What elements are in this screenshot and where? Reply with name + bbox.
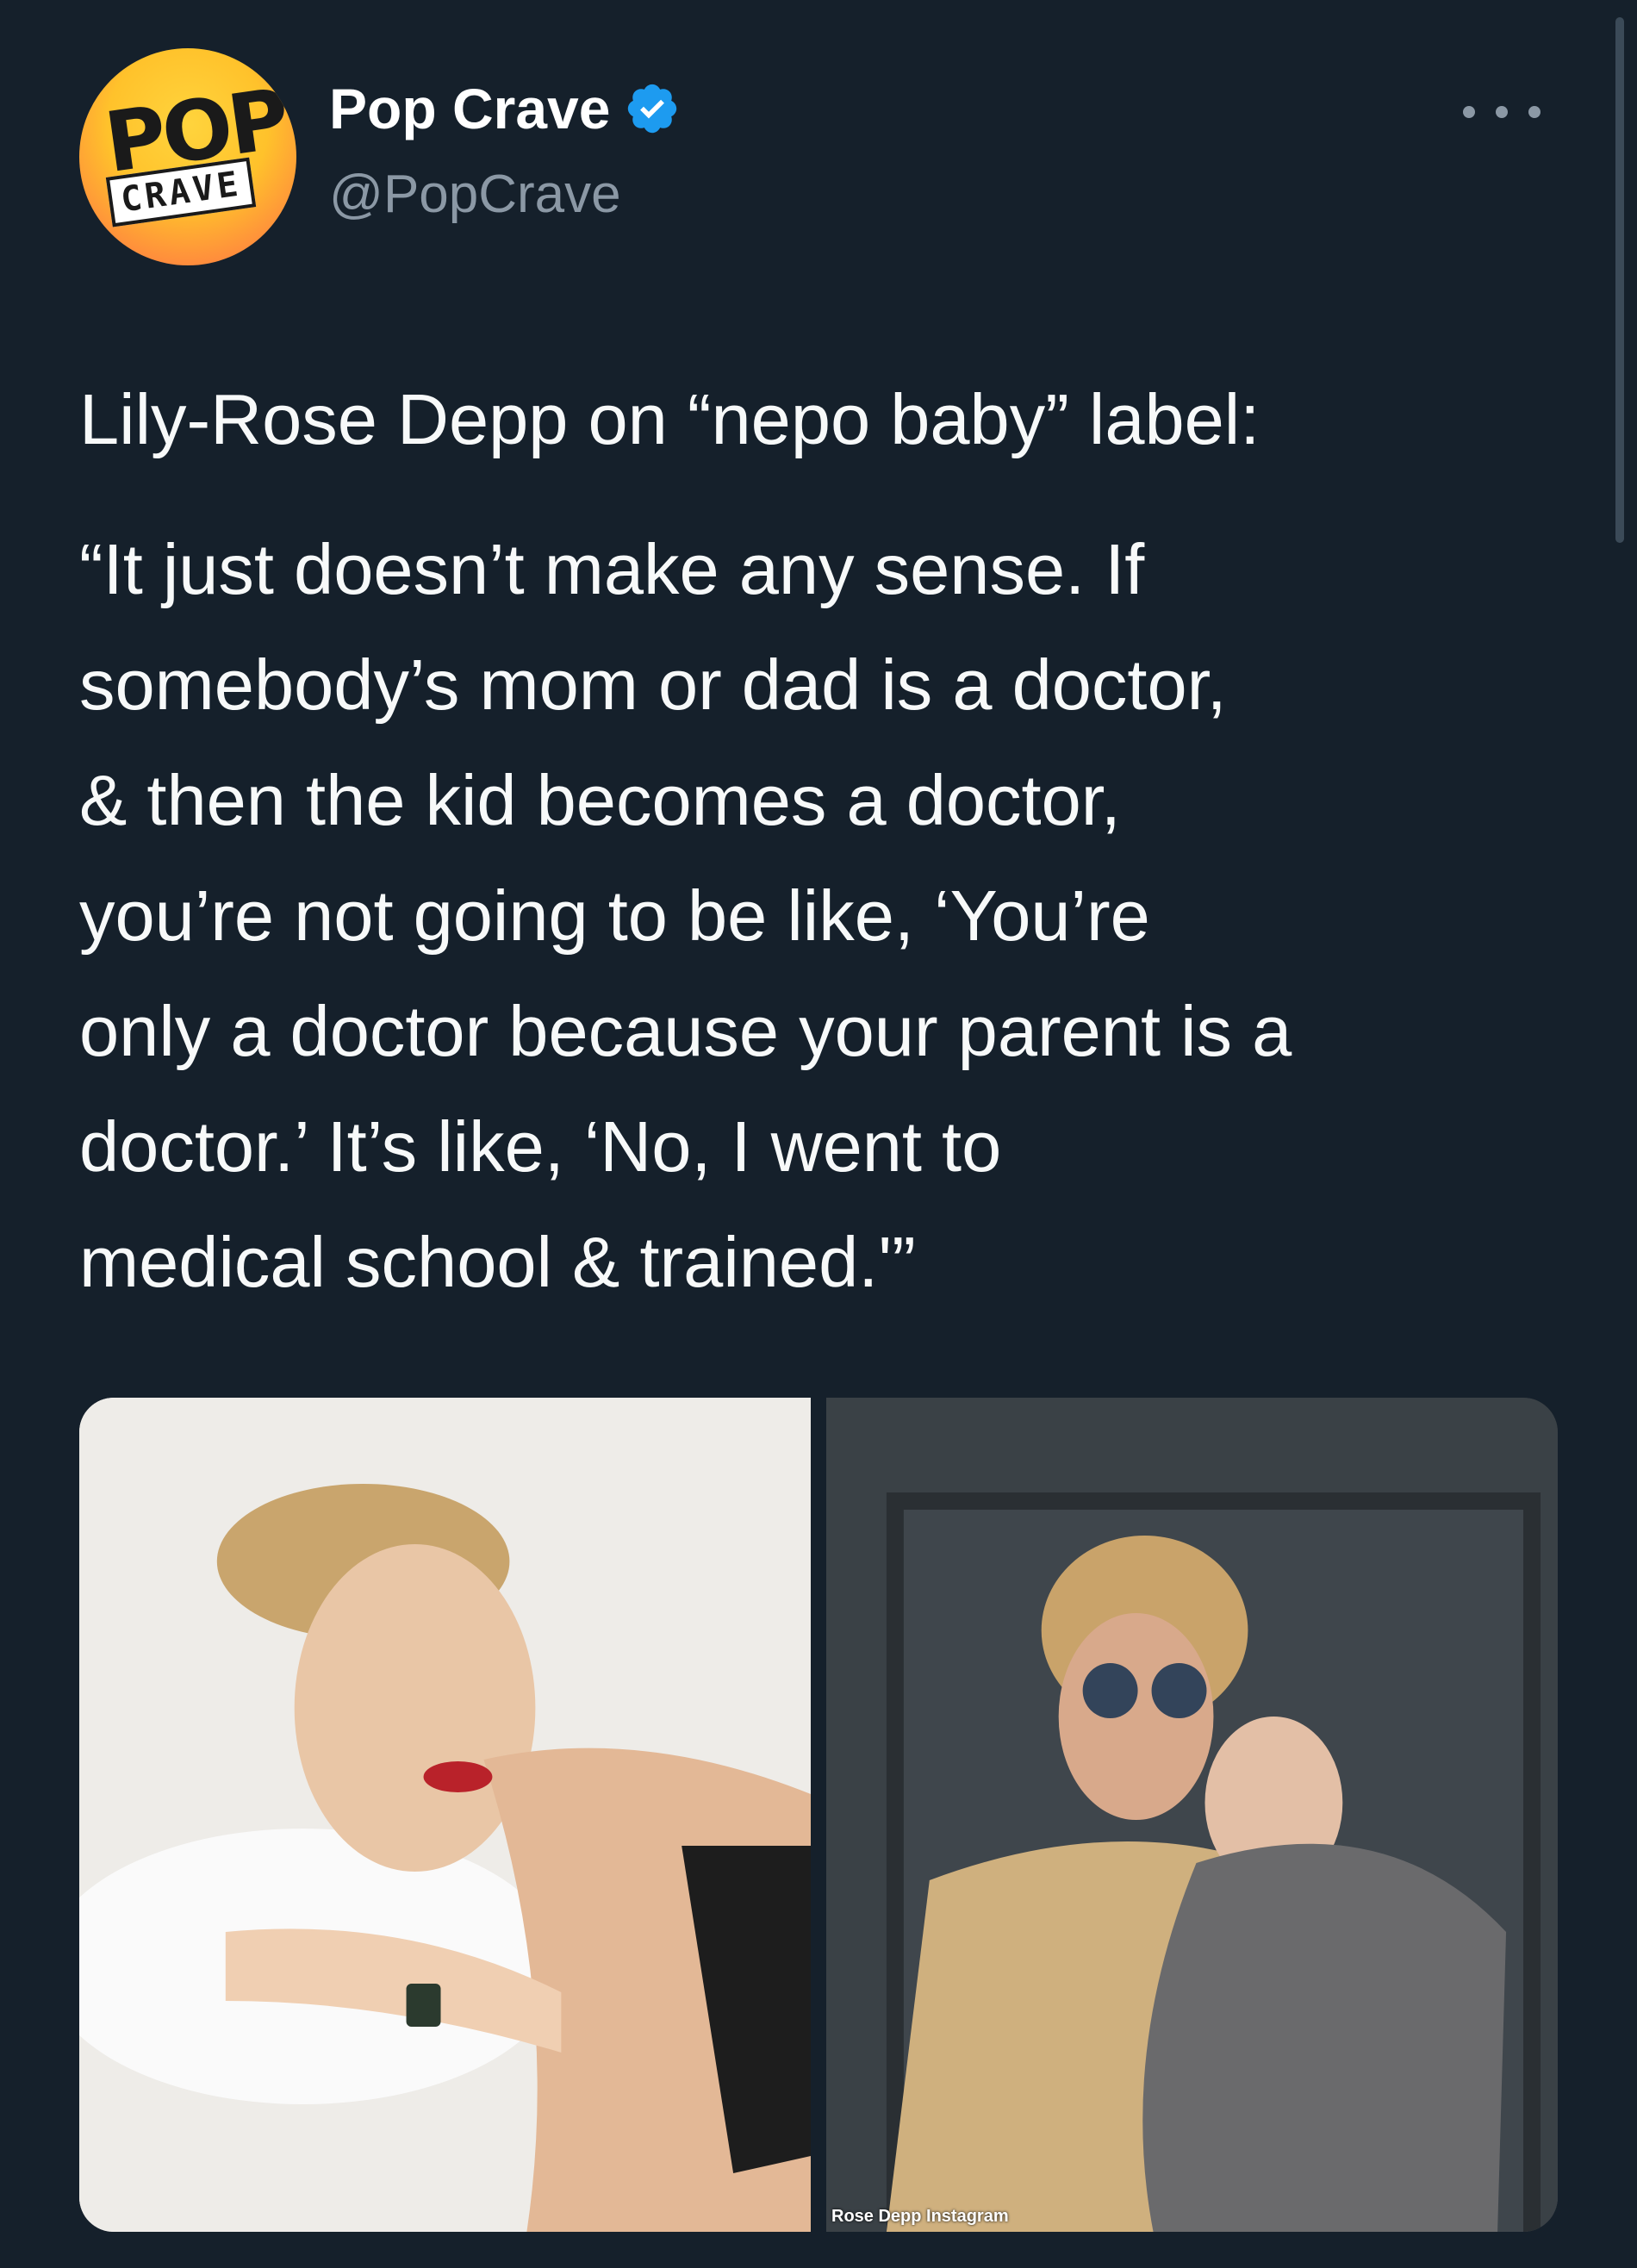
- photo-left[interactable]: [79, 1398, 811, 2232]
- more-options-icon[interactable]: [1463, 95, 1541, 129]
- photo-left-illustration: [79, 1398, 811, 2232]
- photo-right[interactable]: Rose Depp Instagram: [826, 1398, 1558, 2232]
- more-dot: [1496, 106, 1508, 118]
- display-name[interactable]: Pop Crave: [329, 76, 610, 141]
- photo-right-illustration: [826, 1398, 1558, 2232]
- avatar[interactable]: POP CRAVE: [79, 48, 296, 265]
- author-name-row[interactable]: Pop Crave: [329, 76, 681, 141]
- photo-caption: Rose Depp Instagram: [831, 2207, 1009, 2226]
- tweet-text: Lily-Rose Depp on “nepo baby” label: “It…: [79, 362, 1578, 1320]
- tweet-media[interactable]: Rose Depp Instagram: [79, 1398, 1558, 2232]
- tweet: POP CRAVE Pop Crave @PopCrave Lily-Rose …: [0, 0, 1637, 2268]
- verified-badge-icon: [628, 84, 677, 134]
- more-dot: [1463, 106, 1475, 118]
- tweet-lead: Lily-Rose Depp on “nepo baby” label:: [79, 379, 1260, 459]
- more-dot: [1528, 106, 1541, 118]
- author-handle[interactable]: @PopCrave: [329, 164, 621, 225]
- tweet-quote: “It just doesn’t make any sense. If some…: [79, 529, 1292, 1302]
